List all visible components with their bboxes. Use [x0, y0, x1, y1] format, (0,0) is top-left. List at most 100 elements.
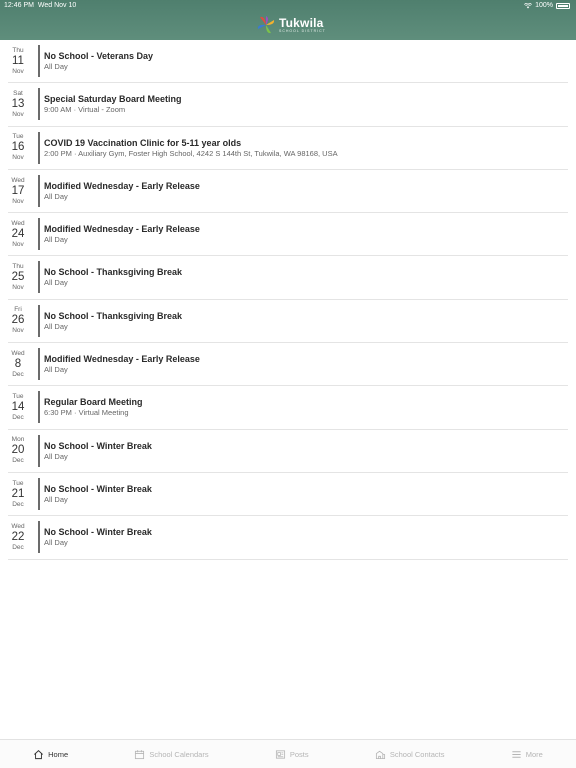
event-title: No School - Winter Break — [44, 527, 152, 538]
event-weekday: Tue — [12, 479, 24, 487]
tab-label: More — [525, 749, 543, 759]
event-month: Nov — [12, 327, 24, 335]
event-month: Dec — [12, 370, 24, 378]
event-divider — [38, 88, 40, 121]
event-row[interactable]: Wed 8 Dec Modified Wednesday - Early Rel… — [8, 343, 568, 387]
event-text: No School - Winter Break All Day — [44, 484, 568, 505]
event-day: 20 — [11, 444, 25, 457]
event-weekday: Wed — [11, 176, 25, 184]
event-title: Modified Wednesday - Early Release — [44, 354, 200, 365]
event-row[interactable]: Tue 21 Dec No School - Winter Break All … — [8, 473, 568, 517]
event-weekday: Wed — [11, 219, 25, 227]
event-weekday: Sat — [13, 89, 23, 97]
battery-icon — [556, 3, 570, 9]
event-date: Tue 14 Dec — [8, 386, 28, 428]
event-detail: 2:00 PM · Auxiliary Gym, Foster High Sch… — [44, 148, 338, 158]
event-detail: All Day — [44, 538, 68, 548]
event-date: Wed 17 Nov — [8, 170, 28, 212]
event-list: Thu 11 Nov No School - Veterans Day All … — [0, 40, 576, 560]
event-month: Nov — [12, 67, 24, 75]
event-title: COVID 19 Vaccination Clinic for 5-11 yea… — [44, 137, 242, 148]
event-day: 17 — [11, 184, 25, 197]
event-detail: All Day — [44, 321, 68, 331]
event-date: Wed 22 Dec — [8, 516, 28, 558]
event-detail: All Day — [44, 278, 68, 288]
event-title: No School - Winter Break — [44, 483, 152, 494]
event-weekday: Wed — [11, 522, 25, 530]
tab-label: Posts — [289, 749, 309, 759]
posts-icon — [275, 749, 285, 759]
tab-school-contacts[interactable]: School Contacts — [375, 749, 445, 760]
app-header: 12:46 PM Wed Nov 10 100% Tukwila SCHOOL … — [0, 0, 576, 40]
event-title: Modified Wednesday - Early Release — [44, 224, 200, 235]
event-row[interactable]: Tue 16 Nov COVID 19 Vaccination Clinic f… — [8, 127, 568, 170]
event-detail: All Day — [44, 365, 68, 375]
logo-name: Tukwila — [279, 15, 324, 30]
event-date: Tue 16 Nov — [8, 127, 28, 169]
tab-label: School Calendars — [149, 749, 209, 759]
event-month: Dec — [12, 543, 24, 551]
event-day: 26 — [11, 314, 25, 327]
event-text: COVID 19 Vaccination Clinic for 5-11 yea… — [44, 138, 568, 159]
tab-posts[interactable]: Posts — [275, 749, 309, 760]
event-detail: All Day — [44, 62, 68, 71]
event-month: Nov — [12, 110, 24, 118]
event-day: 22 — [11, 530, 25, 543]
event-title: Modified Wednesday - Early Release — [44, 180, 200, 191]
event-text: No School - Thanksgiving Break All Day — [44, 267, 568, 288]
contacts-icon — [375, 750, 385, 759]
event-day: 21 — [11, 487, 25, 500]
event-text: Special Saturday Board Meeting 9:00 AM ·… — [44, 94, 568, 115]
event-divider — [38, 174, 40, 207]
event-detail: All Day — [44, 494, 68, 504]
event-row[interactable]: Tue 14 Dec Regular Board Meeting 6:30 PM… — [8, 386, 568, 430]
event-row[interactable]: Thu 25 Nov No School - Thanksgiving Brea… — [8, 256, 568, 300]
logo-mark-icon — [257, 16, 275, 34]
event-text: Modified Wednesday - Early Release All D… — [44, 224, 568, 245]
event-row[interactable]: Thu 11 Nov No School - Veterans Day All … — [8, 40, 568, 84]
event-title: No School - Thanksgiving Break — [44, 310, 183, 321]
event-divider — [38, 477, 40, 510]
event-title: No School - Veterans Day — [44, 51, 154, 61]
event-row[interactable]: Fri 26 Nov No School - Thanksgiving Brea… — [8, 300, 568, 344]
event-row[interactable]: Wed 24 Nov Modified Wednesday - Early Re… — [8, 213, 568, 257]
event-day: 16 — [11, 141, 25, 154]
tab-home[interactable]: Home — [33, 749, 68, 760]
event-row[interactable]: Mon 20 Dec No School - Winter Break All … — [8, 430, 568, 473]
event-row[interactable]: Wed 22 Dec No School - Winter Break All … — [8, 516, 568, 560]
event-day: 11 — [12, 54, 24, 67]
tab-school-calendars[interactable]: School Calendars — [134, 749, 209, 760]
event-detail: 9:00 AM · Virtual - Zoom — [44, 105, 126, 115]
event-text: No School - Veterans Day All Day — [44, 51, 568, 72]
event-row[interactable]: Sat 13 Nov Special Saturday Board Meetin… — [8, 83, 568, 127]
event-weekday: Fri — [14, 306, 22, 314]
event-date: Wed 24 Nov — [8, 213, 28, 255]
event-divider — [38, 131, 40, 164]
tab-more[interactable]: More — [511, 749, 543, 760]
event-day: 24 — [11, 227, 25, 240]
event-month: Nov — [12, 284, 24, 292]
event-detail: All Day — [44, 191, 68, 201]
tab-label: School Contacts — [389, 749, 445, 759]
event-date: Wed 8 Dec — [8, 343, 28, 385]
event-weekday: Mon — [11, 436, 25, 444]
event-row[interactable]: Wed 17 Nov Modified Wednesday - Early Re… — [8, 170, 568, 214]
event-title: Special Saturday Board Meeting — [44, 94, 182, 105]
event-divider — [38, 261, 40, 294]
event-day: 8 — [14, 357, 22, 370]
event-text: No School - Thanksgiving Break All Day — [44, 311, 568, 332]
logo-subtitle: SCHOOL DISTRICT — [279, 28, 326, 33]
event-divider — [38, 45, 40, 77]
status-time: 12:46 PM Wed Nov 10 — [4, 2, 77, 9]
event-text: No School - Winter Break All Day — [44, 441, 568, 462]
tab-label: Home — [48, 749, 69, 759]
event-divider — [38, 521, 40, 554]
calendar-icon — [135, 749, 145, 759]
menu-icon — [512, 750, 521, 758]
event-text: No School - Winter Break All Day — [44, 527, 568, 548]
status-bar: 12:46 PM Wed Nov 10 100% — [0, 0, 576, 12]
event-weekday: Wed — [11, 349, 25, 357]
event-date: Fri 26 Nov — [8, 300, 28, 342]
event-day: 25 — [11, 271, 25, 284]
event-month: Nov — [12, 240, 24, 248]
